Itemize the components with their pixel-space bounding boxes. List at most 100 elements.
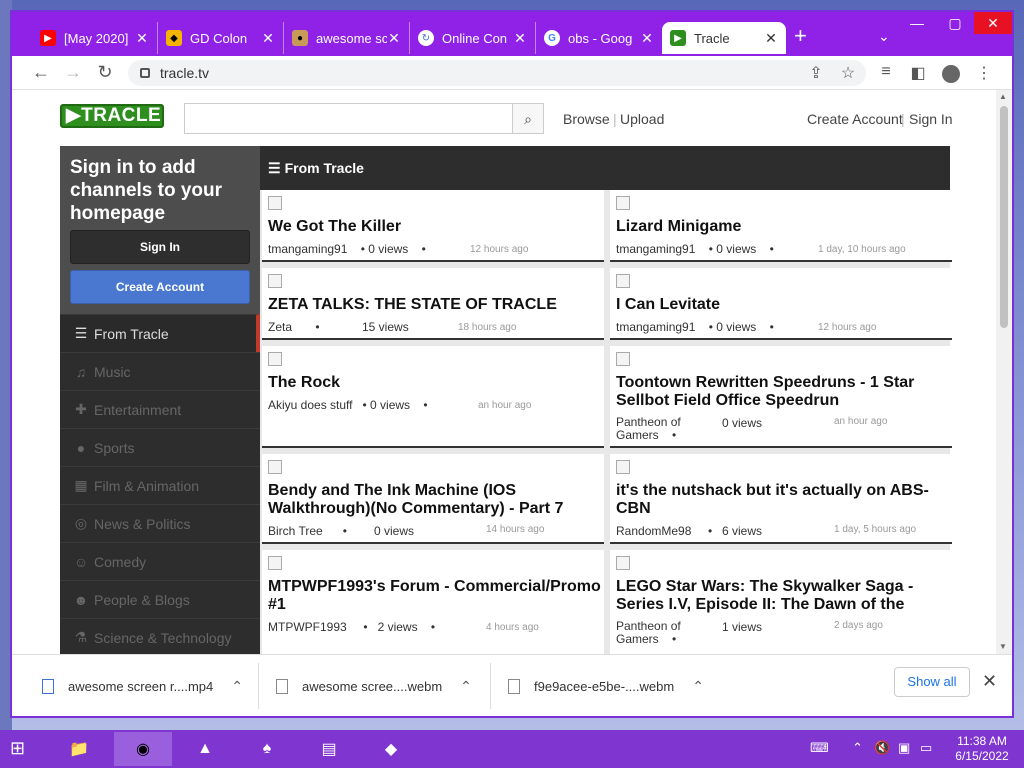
video-card[interactable]: I Can Levitate tmangaming91 • 0 views • … bbox=[610, 268, 952, 340]
reload-icon[interactable]: ↻ bbox=[94, 62, 116, 83]
video-title[interactable]: Toontown Rewritten Speedruns - 1 Star Se… bbox=[616, 374, 950, 410]
video-author[interactable]: Pantheon of Gamers bbox=[616, 415, 681, 442]
thumbnail-image[interactable] bbox=[268, 274, 282, 288]
page-scrollbar[interactable]: ▲ ▼ bbox=[996, 90, 1012, 654]
video-card[interactable]: LEGO Star Wars: The Skywalker Saga - Ser… bbox=[610, 550, 952, 654]
windows-start-icon[interactable]: ⊞ bbox=[10, 738, 36, 760]
tab-gd-colon[interactable]: ◆ GD Colon ✕ bbox=[158, 22, 284, 54]
video-title[interactable]: ZETA TALKS: THE STATE OF TRACLE bbox=[268, 296, 602, 314]
category-comedy[interactable]: ☺ Comedy bbox=[60, 542, 260, 580]
thumbnail-image[interactable] bbox=[616, 274, 630, 288]
category-sports[interactable]: ● Sports bbox=[60, 428, 260, 466]
chevron-up-icon[interactable]: ⌃ bbox=[460, 678, 472, 695]
video-card[interactable]: ZETA TALKS: THE STATE OF TRACLE Zeta • 1… bbox=[262, 268, 604, 340]
video-title[interactable]: MTPWPF1993's Forum - Commercial/Promo #1 bbox=[268, 578, 602, 614]
close-icon[interactable]: ✕ bbox=[261, 30, 275, 47]
sidebar-create-account-button[interactable]: Create Account bbox=[70, 270, 250, 304]
app-creature-icon[interactable]: ♠ bbox=[238, 732, 296, 766]
thumbnail-image[interactable] bbox=[268, 352, 282, 366]
video-title[interactable]: Bendy and The Ink Machine (IOS Walkthrou… bbox=[268, 482, 602, 518]
video-title[interactable]: We Got The Killer bbox=[268, 218, 602, 236]
network-icon[interactable]: ▣ bbox=[898, 740, 910, 756]
video-author[interactable]: tmangaming91 bbox=[616, 320, 695, 334]
video-title[interactable]: LEGO Star Wars: The Skywalker Saga - Ser… bbox=[616, 578, 950, 615]
side-panel-icon[interactable]: ◧ bbox=[908, 63, 928, 83]
chrome-icon[interactable]: ◉ bbox=[114, 732, 172, 766]
tab-search-icon[interactable]: ⌄ bbox=[878, 28, 890, 45]
download-item[interactable]: awesome scree....webm ⌃ bbox=[276, 655, 472, 717]
category-film-animation[interactable]: ▦ Film & Animation bbox=[60, 466, 260, 504]
share-icon[interactable]: ⇪ bbox=[806, 63, 826, 83]
tab-awesome[interactable]: ● awesome sc ✕ bbox=[284, 22, 410, 54]
upload-link[interactable]: Upload bbox=[620, 111, 664, 127]
browse-link[interactable]: Browse bbox=[563, 111, 610, 127]
thumbnail-image[interactable] bbox=[268, 196, 282, 210]
video-author[interactable]: Pantheon of Gamers bbox=[616, 619, 681, 646]
tray-arrow-icon[interactable]: ⌃ bbox=[852, 740, 863, 756]
system-clock[interactable]: 11:38 AM 6/15/2022 bbox=[950, 734, 1014, 764]
category-from-tracle[interactable]: ☰ From Tracle bbox=[60, 314, 260, 352]
scroll-up-icon[interactable]: ▲ bbox=[999, 92, 1007, 101]
video-card[interactable]: it's the nutshack but it's actually on A… bbox=[610, 454, 952, 544]
video-author[interactable]: RandomMe98 bbox=[616, 524, 691, 538]
close-icon[interactable]: ✕ bbox=[764, 30, 778, 47]
video-title[interactable]: Lizard Minigame bbox=[616, 218, 950, 236]
video-card[interactable]: The Rock Akiyu does stuff • 0 views • an… bbox=[262, 346, 604, 448]
video-author[interactable]: Akiyu does stuff bbox=[268, 398, 353, 412]
address-bar[interactable]: tracle.tv bbox=[128, 60, 866, 86]
show-all-button[interactable]: Show all bbox=[894, 667, 970, 697]
scrollbar-thumb[interactable] bbox=[1000, 106, 1008, 328]
minimize-button[interactable]: — bbox=[898, 12, 936, 34]
new-tab-button[interactable]: + bbox=[794, 25, 807, 47]
video-card[interactable]: We Got The Killer tmangaming91 • 0 views… bbox=[262, 190, 604, 262]
keyboard-icon[interactable]: ⌨ bbox=[810, 740, 829, 756]
thumbnail-image[interactable] bbox=[616, 460, 630, 474]
profile-avatar[interactable] bbox=[942, 65, 960, 83]
close-icon[interactable]: ✕ bbox=[135, 30, 149, 47]
search-input[interactable] bbox=[184, 103, 514, 134]
volume-muted-icon[interactable]: 🔇 bbox=[874, 740, 890, 756]
search-icon[interactable]: ⌕ bbox=[512, 103, 544, 134]
video-author[interactable]: Zeta bbox=[268, 320, 292, 334]
video-author[interactable]: tmangaming91 bbox=[616, 242, 695, 256]
app-monitor-icon[interactable]: ▤ bbox=[300, 732, 358, 766]
create-account-link[interactable]: Create Account bbox=[807, 111, 903, 127]
video-card[interactable]: Bendy and The Ink Machine (IOS Walkthrou… bbox=[262, 454, 604, 544]
close-icon[interactable]: ✕ bbox=[387, 30, 401, 47]
close-downloads-icon[interactable]: ✕ bbox=[982, 671, 997, 692]
thumbnail-image[interactable] bbox=[616, 556, 630, 570]
tab-youtube[interactable]: ▶ [May 2020] ✕ bbox=[32, 22, 158, 54]
video-author[interactable]: Birch Tree bbox=[268, 524, 323, 538]
bookmark-star-icon[interactable]: ☆ bbox=[838, 63, 858, 83]
sign-in-link[interactable]: Sign In bbox=[909, 111, 953, 127]
category-music[interactable]: ♫ Music bbox=[60, 352, 260, 390]
tab-google[interactable]: G obs - Goog ✕ bbox=[536, 22, 662, 54]
thumbnail-image[interactable] bbox=[268, 460, 282, 474]
chevron-up-icon[interactable]: ⌃ bbox=[692, 678, 704, 695]
sidebar-sign-in-button[interactable]: Sign In bbox=[70, 230, 250, 264]
forward-icon[interactable]: → bbox=[62, 62, 84, 83]
category-news-politics[interactable]: ◎ News & Politics bbox=[60, 504, 260, 542]
tab-tracle[interactable]: ▶ Tracle ✕ bbox=[662, 22, 786, 54]
reading-list-icon[interactable]: ≡ bbox=[876, 63, 896, 81]
back-icon[interactable]: ← bbox=[30, 62, 52, 83]
video-title[interactable]: it's the nutshack but it's actually on A… bbox=[616, 482, 950, 518]
video-author[interactable]: tmangaming91 bbox=[268, 242, 347, 256]
video-card[interactable]: MTPWPF1993's Forum - Commercial/Promo #1… bbox=[262, 550, 604, 654]
menu-icon[interactable]: ⋮ bbox=[974, 63, 994, 83]
thumbnail-image[interactable] bbox=[616, 352, 630, 366]
video-card[interactable]: Toontown Rewritten Speedruns - 1 Star Se… bbox=[610, 346, 952, 448]
category-science-technology[interactable]: ⚗ Science & Technology bbox=[60, 618, 260, 654]
video-title[interactable]: I Can Levitate bbox=[616, 296, 950, 314]
download-item[interactable]: f9e9acee-e5be-....webm ⌃ bbox=[508, 655, 704, 717]
video-title[interactable]: The Rock bbox=[268, 374, 602, 392]
tracle-logo[interactable]: ▶TRACLE bbox=[60, 104, 164, 128]
thumbnail-image[interactable] bbox=[616, 196, 630, 210]
app-triangle-icon[interactable]: ▲ bbox=[176, 732, 234, 766]
maximize-button[interactable]: ▢ bbox=[936, 12, 974, 34]
thumbnail-image[interactable] bbox=[268, 556, 282, 570]
video-author[interactable]: MTPWPF1993 bbox=[268, 620, 347, 634]
scroll-down-icon[interactable]: ▼ bbox=[999, 642, 1007, 651]
category-people-blogs[interactable]: ☻ People & Blogs bbox=[60, 580, 260, 618]
close-icon[interactable]: ✕ bbox=[513, 30, 527, 47]
